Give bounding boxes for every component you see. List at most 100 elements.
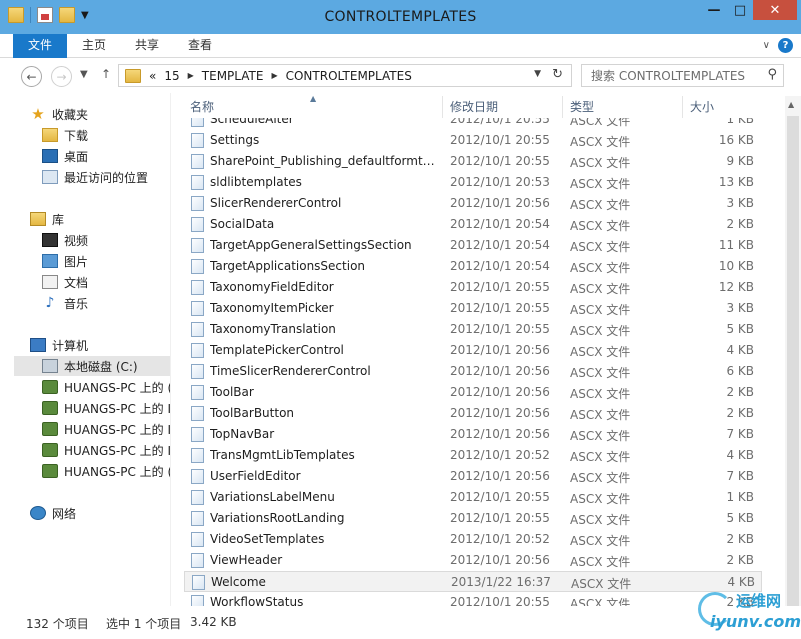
file-type: ASCX 文件 (570, 219, 631, 233)
file-size: 5 KB (726, 511, 754, 525)
tab-file[interactable]: 文件 (13, 34, 67, 58)
navigation-pane: ★ 收藏夹 下载 桌面 最近访问的位置 库 视频 图片 文档 ♪ 音乐 计算机 本地… (0, 93, 170, 606)
file-size: 1 KB (726, 118, 754, 126)
recent-locations-icon[interactable]: ▼ (80, 69, 88, 80)
up-button[interactable]: ↑ (101, 67, 111, 81)
search-icon[interactable]: ⚲ (767, 67, 777, 82)
file-row[interactable]: ToolBarButton 2012/10/1 20:56 ASCX 文件 2 KB (184, 403, 762, 424)
file-row[interactable]: ToolBar 2012/10/1 20:56 ASCX 文件 2 KB (184, 382, 762, 403)
nav-favorites[interactable]: ★ 收藏夹 (30, 104, 170, 124)
refresh-icon[interactable]: ↻ (552, 67, 563, 82)
help-icon[interactable]: ? (778, 38, 793, 53)
vertical-scrollbar[interactable]: ▲ (785, 96, 801, 606)
forward-button[interactable]: → (51, 66, 72, 87)
tab-home[interactable]: 主页 (82, 34, 106, 58)
file-row[interactable]: TaxonomyFieldEditor 2012/10/1 20:55 ASCX 文… (184, 277, 762, 298)
column-type[interactable]: 类型 (564, 96, 682, 118)
file-size: 13 KB (718, 175, 754, 189)
breadcrumb-15[interactable]: 15 (164, 69, 179, 83)
close-button[interactable]: ✕ (753, 0, 797, 20)
nav-music[interactable]: ♪ 音乐 (42, 293, 170, 313)
breadcrumb-controltemplates[interactable]: CONTROLTEMPLATES (286, 69, 412, 83)
file-icon (191, 448, 204, 463)
nav-network-drive[interactable]: HUANGS-PC 上的 ( (42, 461, 170, 481)
file-row[interactable]: TaxonomyTranslation 2012/10/1 20:55 ASCX 文… (184, 319, 762, 340)
nav-network-drive[interactable]: HUANGS-PC 上的 I (42, 398, 170, 418)
file-row[interactable]: SharePoint_Publishing_defaultformte... 20… (184, 151, 762, 172)
file-name: TaxonomyFieldEditor (210, 280, 334, 294)
nav-local-disk-c[interactable]: 本地磁盘 (C:) (14, 356, 170, 376)
nav-libraries[interactable]: 库 (30, 209, 170, 229)
file-row[interactable]: SocialData 2012/10/1 20:54 ASCX 文件 2 KB (184, 214, 762, 235)
breadcrumb-template[interactable]: TEMPLATE (202, 69, 264, 83)
column-name[interactable]: 名称 (184, 96, 442, 118)
file-icon (191, 259, 204, 274)
file-type: ASCX 文件 (570, 387, 631, 401)
file-name: TaxonomyItemPicker (210, 301, 334, 315)
file-row[interactable]: ScheduleAlter 2012/10/1 20:55 ASCX 文件 1 KB (184, 118, 762, 130)
nav-computer[interactable]: 计算机 (30, 335, 170, 355)
file-name: TargetAppGeneralSettingsSection (210, 238, 412, 252)
back-button[interactable]: ← (21, 66, 42, 87)
file-size: 2 KB (726, 406, 754, 420)
maximize-button[interactable]: □ (727, 0, 753, 20)
chevron-right-icon[interactable]: ▶ (271, 71, 277, 80)
column-size[interactable]: 大小 (684, 96, 762, 118)
nav-desktop[interactable]: 桌面 (42, 146, 170, 166)
tab-view[interactable]: 查看 (188, 34, 212, 58)
nav-network[interactable]: 网络 (30, 503, 170, 523)
nav-network-drive[interactable]: HUANGS-PC 上的 I (42, 440, 170, 460)
nav-network-drive[interactable]: HUANGS-PC 上的 ( (42, 377, 170, 397)
file-row[interactable]: VariationsLabelMenu 2012/10/1 20:55 ASCX 文… (184, 487, 762, 508)
scrollbar-thumb[interactable] (787, 116, 799, 606)
tab-share[interactable]: 共享 (135, 34, 159, 58)
file-row[interactable]: UserFieldEditor 2012/10/1 20:56 ASCX 文件 7 K… (184, 466, 762, 487)
file-modified: 2012/10/1 20:55 (450, 301, 550, 315)
address-dropdown-icon[interactable]: ▼ (534, 69, 541, 79)
column-modified[interactable]: 修改日期 (444, 96, 562, 118)
file-row[interactable]: TaxonomyItemPicker 2012/10/1 20:55 ASCX 文件… (184, 298, 762, 319)
file-type: ASCX 文件 (570, 198, 631, 212)
chevron-down-icon[interactable]: ∨ (763, 40, 770, 51)
file-row[interactable]: TimeSlicerRendererControl 2012/10/1 20:56… (184, 361, 762, 382)
column-separator[interactable] (562, 96, 563, 118)
file-row[interactable]: TargetApplicationsSection 2012/10/1 20:54… (184, 256, 762, 277)
breadcrumb-overflow[interactable]: « (149, 69, 156, 83)
file-row[interactable]: sldlibtemplates 2012/10/1 20:53 ASCX 文件 13 … (184, 172, 762, 193)
nav-recent-places[interactable]: 最近访问的位置 (42, 167, 170, 187)
chevron-right-icon[interactable]: ▶ (188, 71, 194, 80)
pane-divider[interactable] (170, 93, 171, 606)
file-type: ASCX 文件 (570, 177, 631, 191)
file-modified: 2012/10/1 20:56 (450, 469, 550, 483)
scroll-up-icon[interactable]: ▲ (788, 100, 794, 109)
minimize-button[interactable]: — (701, 0, 727, 20)
file-size: 5 KB (726, 322, 754, 336)
selected-size: 3.42 KB (190, 615, 237, 629)
nav-pictures[interactable]: 图片 (42, 251, 170, 271)
column-separator[interactable] (682, 96, 683, 118)
file-row[interactable]: Welcome 2013/1/22 16:37 ASCX 文件 4 KB (184, 571, 762, 592)
nav-downloads[interactable]: 下载 (42, 125, 170, 145)
file-size: 9 KB (726, 154, 754, 168)
file-name: TaxonomyTranslation (210, 322, 336, 336)
file-row[interactable]: TransMgmtLibTemplates 2012/10/1 20:52 ASCX… (184, 445, 762, 466)
search-input[interactable] (582, 65, 752, 86)
file-icon (191, 280, 204, 295)
file-name: VariationsRootLanding (210, 511, 345, 525)
nav-videos[interactable]: 视频 (42, 230, 170, 250)
file-row[interactable]: TargetAppGeneralSettingsSection 2012/10/1… (184, 235, 762, 256)
nav-network-drive[interactable]: HUANGS-PC 上的 I (42, 419, 170, 439)
search-box[interactable]: ⚲ (581, 64, 784, 87)
column-separator[interactable] (442, 96, 443, 118)
file-row[interactable]: TemplatePickerControl 2012/10/1 20:56 ASCX… (184, 340, 762, 361)
selected-count: 选中 1 个项目 (106, 617, 182, 631)
file-row[interactable]: VariationsRootLanding 2012/10/1 20:55 ASCX… (184, 508, 762, 529)
file-row[interactable]: SlicerRendererControl 2012/10/1 20:56 ASCX… (184, 193, 762, 214)
file-row[interactable]: Settings 2012/10/1 20:55 ASCX 文件 16 KB (184, 130, 762, 151)
file-row[interactable]: ViewHeader 2012/10/1 20:56 ASCX 文件 2 KB (184, 550, 762, 571)
nav-documents[interactable]: 文档 (42, 272, 170, 292)
file-row[interactable]: WorkflowStatus 2012/10/1 20:55 ASCX 文件 2 KB (184, 592, 762, 606)
file-row[interactable]: TopNavBar 2012/10/1 20:56 ASCX 文件 7 KB (184, 424, 762, 445)
file-row[interactable]: VideoSetTemplates 2012/10/1 20:52 ASCX 文件 2… (184, 529, 762, 550)
address-bar[interactable]: « 15 ▶ TEMPLATE ▶ CONTROLTEMPLATES ▼ ↻ (118, 64, 572, 87)
